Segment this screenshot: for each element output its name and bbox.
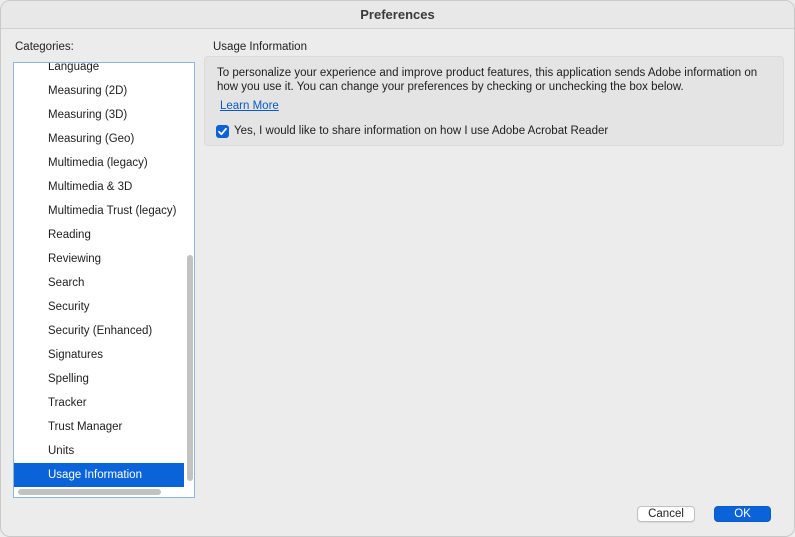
category-item-measuring-3d[interactable]: Measuring (3D) xyxy=(14,103,184,127)
category-item-security[interactable]: Security xyxy=(14,295,184,319)
category-item-reviewing[interactable]: Reviewing xyxy=(14,247,184,271)
categories-list[interactable]: Language Measuring (2D) Measuring (3D) Meas… xyxy=(13,62,195,498)
usage-information-panel: To personalize your experience and impro… xyxy=(204,56,784,146)
category-item-multimedia-legacy[interactable]: Multimedia (legacy) xyxy=(14,151,184,175)
category-item-reading[interactable]: Reading xyxy=(14,223,184,247)
vertical-scroll-thumb[interactable] xyxy=(187,255,193,481)
category-item-security-enhanced[interactable]: Security (Enhanced) xyxy=(14,319,184,343)
section-title: Usage Information xyxy=(213,41,307,53)
share-usage-label: Yes, I would like to share information o… xyxy=(234,125,609,137)
category-item-units[interactable]: Units xyxy=(14,439,184,463)
category-item-multimedia-trust-legacy[interactable]: Multimedia Trust (legacy) xyxy=(14,199,184,223)
horizontal-scroll-thumb[interactable] xyxy=(18,489,161,495)
category-item-measuring-geo[interactable]: Measuring (Geo) xyxy=(14,127,184,151)
share-usage-checkbox[interactable] xyxy=(216,124,229,138)
cancel-button[interactable]: Cancel xyxy=(637,506,695,522)
category-item-language[interactable]: Language xyxy=(14,63,184,79)
category-item-spelling[interactable]: Spelling xyxy=(14,367,184,391)
categories-horizontal-scrollbar[interactable] xyxy=(14,487,194,497)
checkmark-icon xyxy=(218,127,227,135)
learn-more-link[interactable]: Learn More xyxy=(220,100,279,112)
categories-vertical-scrollbar[interactable] xyxy=(186,63,194,487)
category-item-measuring-2d[interactable]: Measuring (2D) xyxy=(14,79,184,103)
preferences-window: Preferences Categories: Language Measurin… xyxy=(0,0,795,537)
category-item-search[interactable]: Search xyxy=(14,271,184,295)
ok-button[interactable]: OK xyxy=(714,506,771,522)
category-item-trust-manager[interactable]: Trust Manager xyxy=(14,415,184,439)
window-title: Preferences xyxy=(1,1,794,29)
share-usage-row[interactable]: Yes, I would like to share information o… xyxy=(216,124,608,138)
categories-label: Categories: xyxy=(15,41,74,53)
category-item-usage-information[interactable]: Usage Information xyxy=(14,463,184,487)
usage-description: To personalize your experience and impro… xyxy=(217,67,758,93)
category-item-multimedia-3d[interactable]: Multimedia & 3D xyxy=(14,175,184,199)
category-item-tracker[interactable]: Tracker xyxy=(14,391,184,415)
category-item-signatures[interactable]: Signatures xyxy=(14,343,184,367)
categories-items: Language Measuring (2D) Measuring (3D) Meas… xyxy=(14,63,184,487)
